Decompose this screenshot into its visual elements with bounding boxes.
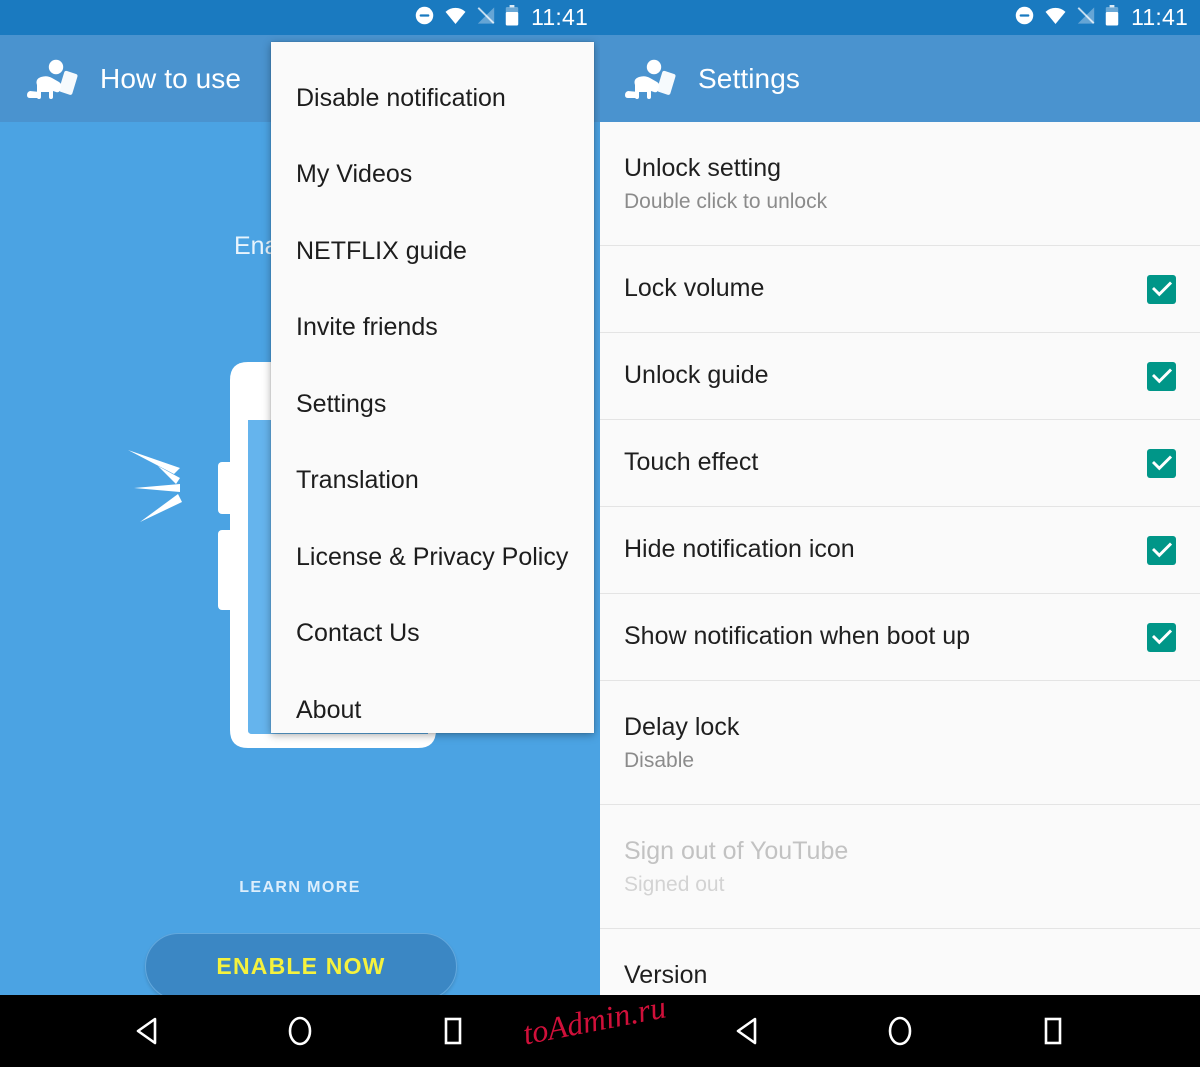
setting-subtitle: Signed out xyxy=(624,872,725,896)
setting-row-delay-lock[interactable]: Delay lock Disable xyxy=(600,681,1200,805)
home-icon[interactable] xyxy=(281,1012,319,1050)
wifi-icon xyxy=(444,6,467,30)
home-icon[interactable] xyxy=(881,1012,919,1050)
setting-texts: Show notification when boot up xyxy=(624,621,970,652)
settings-list: Unlock setting Double click to unlock Lo… xyxy=(600,122,1200,995)
menu-item-license-privacy-policy[interactable]: License & Privacy Policy xyxy=(271,519,594,596)
checkbox-checked-icon[interactable] xyxy=(1147,361,1176,391)
setting-row-sign-out-youtube: Sign out of YouTube Signed out xyxy=(600,805,1200,929)
enable-now-button[interactable]: ENABLE NOW xyxy=(145,933,457,995)
battery-icon xyxy=(1105,4,1119,31)
device-screenshot: 11:41 How to use Alm Enable to lo xyxy=(0,0,1200,1067)
setting-texts: Unlock guide xyxy=(624,360,769,391)
setting-title: Sign out of YouTube xyxy=(624,837,849,866)
setting-texts: Sign out of YouTube Signed out xyxy=(624,836,848,896)
do-not-disturb-icon xyxy=(414,5,435,31)
setting-title: Unlock setting xyxy=(624,154,782,183)
setting-row-unlock-setting[interactable]: Unlock setting Double click to unlock xyxy=(600,122,1200,246)
setting-texts: Version 2.7.6 xyxy=(624,960,707,995)
checkbox-checked-icon[interactable] xyxy=(1147,448,1176,478)
menu-item-contact-us[interactable]: Contact Us xyxy=(271,596,594,673)
setting-title: Lock volume xyxy=(624,274,765,303)
settings-app-bar-title: Settings xyxy=(698,62,800,94)
setting-title: Hide notification icon xyxy=(624,535,855,564)
setting-subtitle: Disable xyxy=(624,748,695,772)
learn-more-link[interactable]: LEARN MORE xyxy=(0,879,600,897)
left-app-bar-title: How to use xyxy=(100,62,242,94)
menu-item-about[interactable]: About xyxy=(271,672,594,749)
recents-icon[interactable] xyxy=(434,1012,472,1050)
status-bar-time: 11:41 xyxy=(531,4,588,30)
battery-icon xyxy=(505,4,519,31)
setting-row-touch-effect[interactable]: Touch effect xyxy=(600,420,1200,507)
setting-title: Touch effect xyxy=(624,448,759,477)
signal-off-icon xyxy=(476,6,496,30)
setting-title: Delay lock xyxy=(624,713,740,742)
status-bar-left: 11:41 xyxy=(0,0,600,35)
setting-texts: Delay lock Disable xyxy=(624,712,739,772)
back-icon[interactable] xyxy=(728,1012,766,1050)
recents-icon[interactable] xyxy=(1034,1012,1072,1050)
crawling-baby-icon xyxy=(26,58,82,100)
setting-subtitle: Double click to unlock xyxy=(624,189,828,213)
checkbox-checked-icon[interactable] xyxy=(1147,622,1176,652)
setting-row-version[interactable]: Version 2.7.6 xyxy=(600,929,1200,995)
right-phone-screen: 11:41 Settings Unlock setting Double cli… xyxy=(600,0,1200,995)
setting-row-unlock-guide[interactable]: Unlock guide xyxy=(600,333,1200,420)
setting-texts: Lock volume xyxy=(624,273,764,304)
back-icon[interactable] xyxy=(128,1012,166,1050)
menu-item-translation[interactable]: Translation xyxy=(271,443,594,520)
wifi-icon xyxy=(1044,6,1067,30)
status-bar-right: 11:41 xyxy=(600,0,1200,35)
setting-title: Show notification when boot up xyxy=(624,622,971,651)
setting-row-hide-notification-icon[interactable]: Hide notification icon xyxy=(600,507,1200,594)
menu-item-my-videos[interactable]: My Videos xyxy=(271,137,594,214)
signal-off-icon xyxy=(1076,6,1096,30)
crawling-baby-icon xyxy=(624,58,680,100)
status-bar-time: 11:41 xyxy=(1131,4,1188,30)
settings-app-bar: Settings xyxy=(600,35,1200,122)
overflow-menu: Disable notification My Videos NETFLIX g… xyxy=(271,42,594,733)
nav-group-left xyxy=(0,995,600,1067)
menu-item-netflix-guide[interactable]: NETFLIX guide xyxy=(271,213,594,290)
system-navigation-bar xyxy=(0,995,1200,1067)
checkbox-checked-icon[interactable] xyxy=(1147,274,1176,304)
setting-title: Unlock guide xyxy=(624,361,769,390)
menu-item-invite-friends[interactable]: Invite friends xyxy=(271,290,594,367)
enable-now-label: ENABLE NOW xyxy=(216,953,386,979)
setting-row-lock-volume[interactable]: Lock volume xyxy=(600,246,1200,333)
setting-row-show-notification-boot[interactable]: Show notification when boot up xyxy=(600,594,1200,681)
do-not-disturb-icon xyxy=(1014,5,1035,31)
setting-texts: Hide notification icon xyxy=(624,534,855,565)
setting-texts: Unlock setting Double click to unlock xyxy=(624,153,827,213)
checkbox-checked-icon[interactable] xyxy=(1147,535,1176,565)
left-phone-screen: 11:41 How to use Alm Enable to lo xyxy=(0,0,600,995)
menu-item-disable-notification[interactable]: Disable notification xyxy=(271,60,594,137)
setting-title: Version xyxy=(624,961,708,990)
menu-item-settings[interactable]: Settings xyxy=(271,366,594,443)
setting-texts: Touch effect xyxy=(624,447,758,478)
nav-group-right xyxy=(600,995,1200,1067)
